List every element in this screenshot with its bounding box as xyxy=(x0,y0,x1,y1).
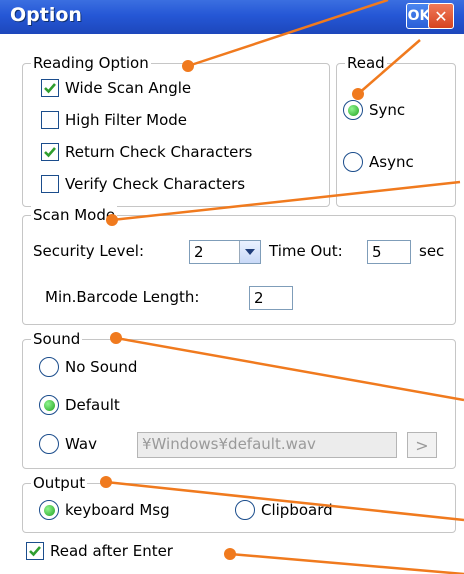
keyboard-msg-label: keyboard Msg xyxy=(65,501,170,519)
return-check-characters-checkbox[interactable] xyxy=(41,143,59,161)
default-sound-option[interactable]: Default xyxy=(39,395,120,415)
wide-scan-angle-option[interactable]: Wide Scan Angle xyxy=(41,79,191,97)
verify-check-characters-label: Verify Check Characters xyxy=(65,175,246,193)
time-out-unit: sec xyxy=(419,242,445,260)
sound-legend: Sound xyxy=(31,329,83,349)
scan-mode-legend: Scan Mode xyxy=(31,205,118,225)
high-filter-mode-label: High Filter Mode xyxy=(65,111,188,129)
default-sound-label: Default xyxy=(65,396,120,414)
read-group: Read Sync Async xyxy=(336,53,456,207)
verify-check-characters-option[interactable]: Verify Check Characters xyxy=(41,175,245,193)
scan-mode-group: Scan Mode Security Level: 2 Time Out: 5 … xyxy=(22,205,456,325)
no-sound-label: No Sound xyxy=(65,358,138,376)
async-label: Async xyxy=(369,153,414,171)
clipboard-radio[interactable] xyxy=(235,500,255,520)
browse-wav-label: > xyxy=(415,435,429,455)
async-option[interactable]: Async xyxy=(343,152,414,172)
clipboard-option[interactable]: Clipboard xyxy=(235,500,333,520)
keyboard-msg-radio[interactable] xyxy=(39,500,59,520)
wav-label: Wav xyxy=(65,435,97,453)
security-level-select[interactable]: 2 xyxy=(189,240,261,264)
async-radio[interactable] xyxy=(343,152,363,172)
read-after-enter-checkbox[interactable] xyxy=(26,542,44,560)
keyboard-msg-option[interactable]: keyboard Msg xyxy=(39,500,170,520)
min-barcode-length-label: Min.Barcode Length: xyxy=(45,288,200,306)
title-bar: Option OK ✕ xyxy=(0,0,464,34)
high-filter-mode-option[interactable]: High Filter Mode xyxy=(41,111,187,129)
min-barcode-length-value: 2 xyxy=(254,289,264,307)
sync-radio[interactable] xyxy=(343,100,363,120)
output-group: Output keyboard Msg Clipboard xyxy=(22,473,456,533)
verify-check-characters-checkbox[interactable] xyxy=(41,175,59,193)
chevron-down-icon[interactable] xyxy=(239,241,260,263)
wav-path-input[interactable]: ¥Windows¥default.wav xyxy=(137,432,397,458)
reading-option-legend: Reading Option xyxy=(31,53,151,73)
min-barcode-length-input[interactable]: 2 xyxy=(249,286,293,310)
return-check-characters-label: Return Check Characters xyxy=(65,143,253,161)
clipboard-label: Clipboard xyxy=(261,501,333,519)
default-sound-radio[interactable] xyxy=(39,395,59,415)
browse-wav-button[interactable]: > xyxy=(407,432,437,458)
close-button[interactable]: ✕ xyxy=(428,3,454,29)
return-check-characters-option[interactable]: Return Check Characters xyxy=(41,143,252,161)
read-after-enter-option[interactable]: Read after Enter xyxy=(26,542,173,560)
no-sound-radio[interactable] xyxy=(39,357,59,377)
time-out-label: Time Out: xyxy=(269,242,343,260)
wav-radio[interactable] xyxy=(39,434,59,454)
sync-label: Sync xyxy=(369,101,406,119)
wide-scan-angle-label: Wide Scan Angle xyxy=(65,79,192,97)
wav-option[interactable]: Wav xyxy=(39,434,97,454)
security-level-label: Security Level: xyxy=(33,242,145,260)
window-title: Option xyxy=(10,4,82,26)
sound-group: Sound No Sound Default Wav ¥Windows¥defa… xyxy=(22,329,456,469)
time-out-input[interactable]: 5 xyxy=(367,240,411,264)
no-sound-option[interactable]: No Sound xyxy=(39,357,137,377)
wav-path-value: ¥Windows¥default.wav xyxy=(142,435,316,453)
high-filter-mode-checkbox[interactable] xyxy=(41,111,59,129)
read-after-enter-label: Read after Enter xyxy=(50,542,173,560)
sync-option[interactable]: Sync xyxy=(343,100,405,120)
read-legend: Read xyxy=(345,53,387,73)
time-out-value: 5 xyxy=(372,243,382,261)
dialog-body: Reading Option Wide Scan Angle High Filt… xyxy=(0,34,464,574)
security-level-value: 2 xyxy=(194,243,204,261)
output-legend: Output xyxy=(31,473,88,493)
wide-scan-angle-checkbox[interactable] xyxy=(41,79,59,97)
reading-option-group: Reading Option Wide Scan Angle High Filt… xyxy=(22,53,330,207)
